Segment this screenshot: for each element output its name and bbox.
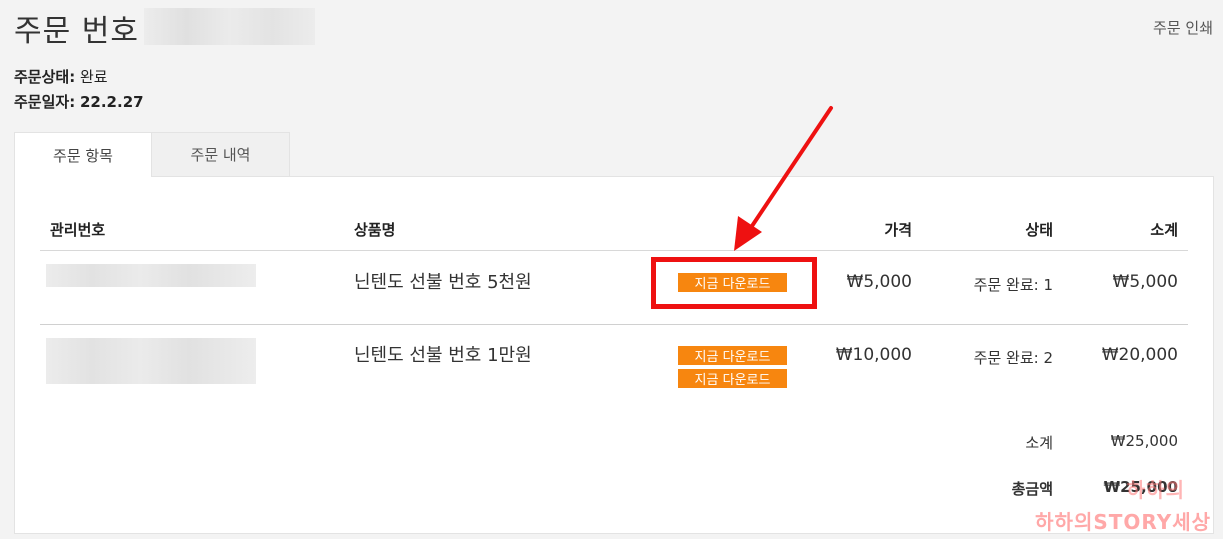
order-number-redacted (144, 8, 315, 45)
item-price: ₩5,000 (846, 272, 912, 292)
item-subtotal: ₩20,000 (1101, 345, 1178, 365)
item-status: 주문 완료: 2 (973, 349, 1053, 367)
item-price: ₩10,000 (835, 345, 912, 365)
column-header-status: 상태 (1025, 221, 1053, 239)
row-divider (40, 324, 1188, 325)
summary-total-label: 총금액 (1011, 480, 1053, 498)
tab-order-items[interactable]: 주문 항목 (14, 132, 152, 177)
column-header-price: 가격 (884, 221, 912, 239)
print-order-link[interactable]: 주문 인쇄 (1153, 17, 1213, 38)
header-divider (40, 250, 1188, 251)
highlight-box (651, 257, 817, 309)
page-title: 주문 번호 (14, 14, 139, 49)
item-subtotal: ₩5,000 (1112, 272, 1178, 292)
order-date: 주문일자: 22.2.27 (14, 91, 144, 112)
watermark-text: 하하의STORY세상 (1035, 510, 1211, 534)
column-header-product: 상품명 (354, 221, 396, 239)
tab-order-history[interactable]: 주문 내역 (152, 132, 290, 177)
sku-redacted (46, 338, 256, 384)
download-button[interactable]: 지금 다운로드 (678, 369, 787, 388)
order-status: 주문상태: 완료 (14, 66, 108, 87)
summary-subtotal-value: ₩25,000 (1110, 432, 1178, 450)
product-name: 닌텐도 선불 번호 1만원 (354, 345, 532, 366)
column-header-sku: 관리번호 (50, 221, 106, 239)
order-status-label: 주문상태: (14, 68, 76, 86)
order-status-value: 완료 (79, 68, 108, 86)
sku-redacted (46, 264, 256, 287)
order-date-label: 주문일자: (14, 93, 76, 111)
order-date-value: 22.2.27 (79, 93, 144, 111)
column-header-subtotal: 소계 (1150, 221, 1178, 239)
download-button[interactable]: 지금 다운로드 (678, 346, 787, 365)
watermark-text: 하하의 (1126, 478, 1185, 502)
item-status: 주문 완료: 1 (973, 276, 1053, 294)
product-name: 닌텐도 선불 번호 5천원 (354, 272, 532, 293)
summary-subtotal-label: 소계 (1025, 434, 1053, 452)
